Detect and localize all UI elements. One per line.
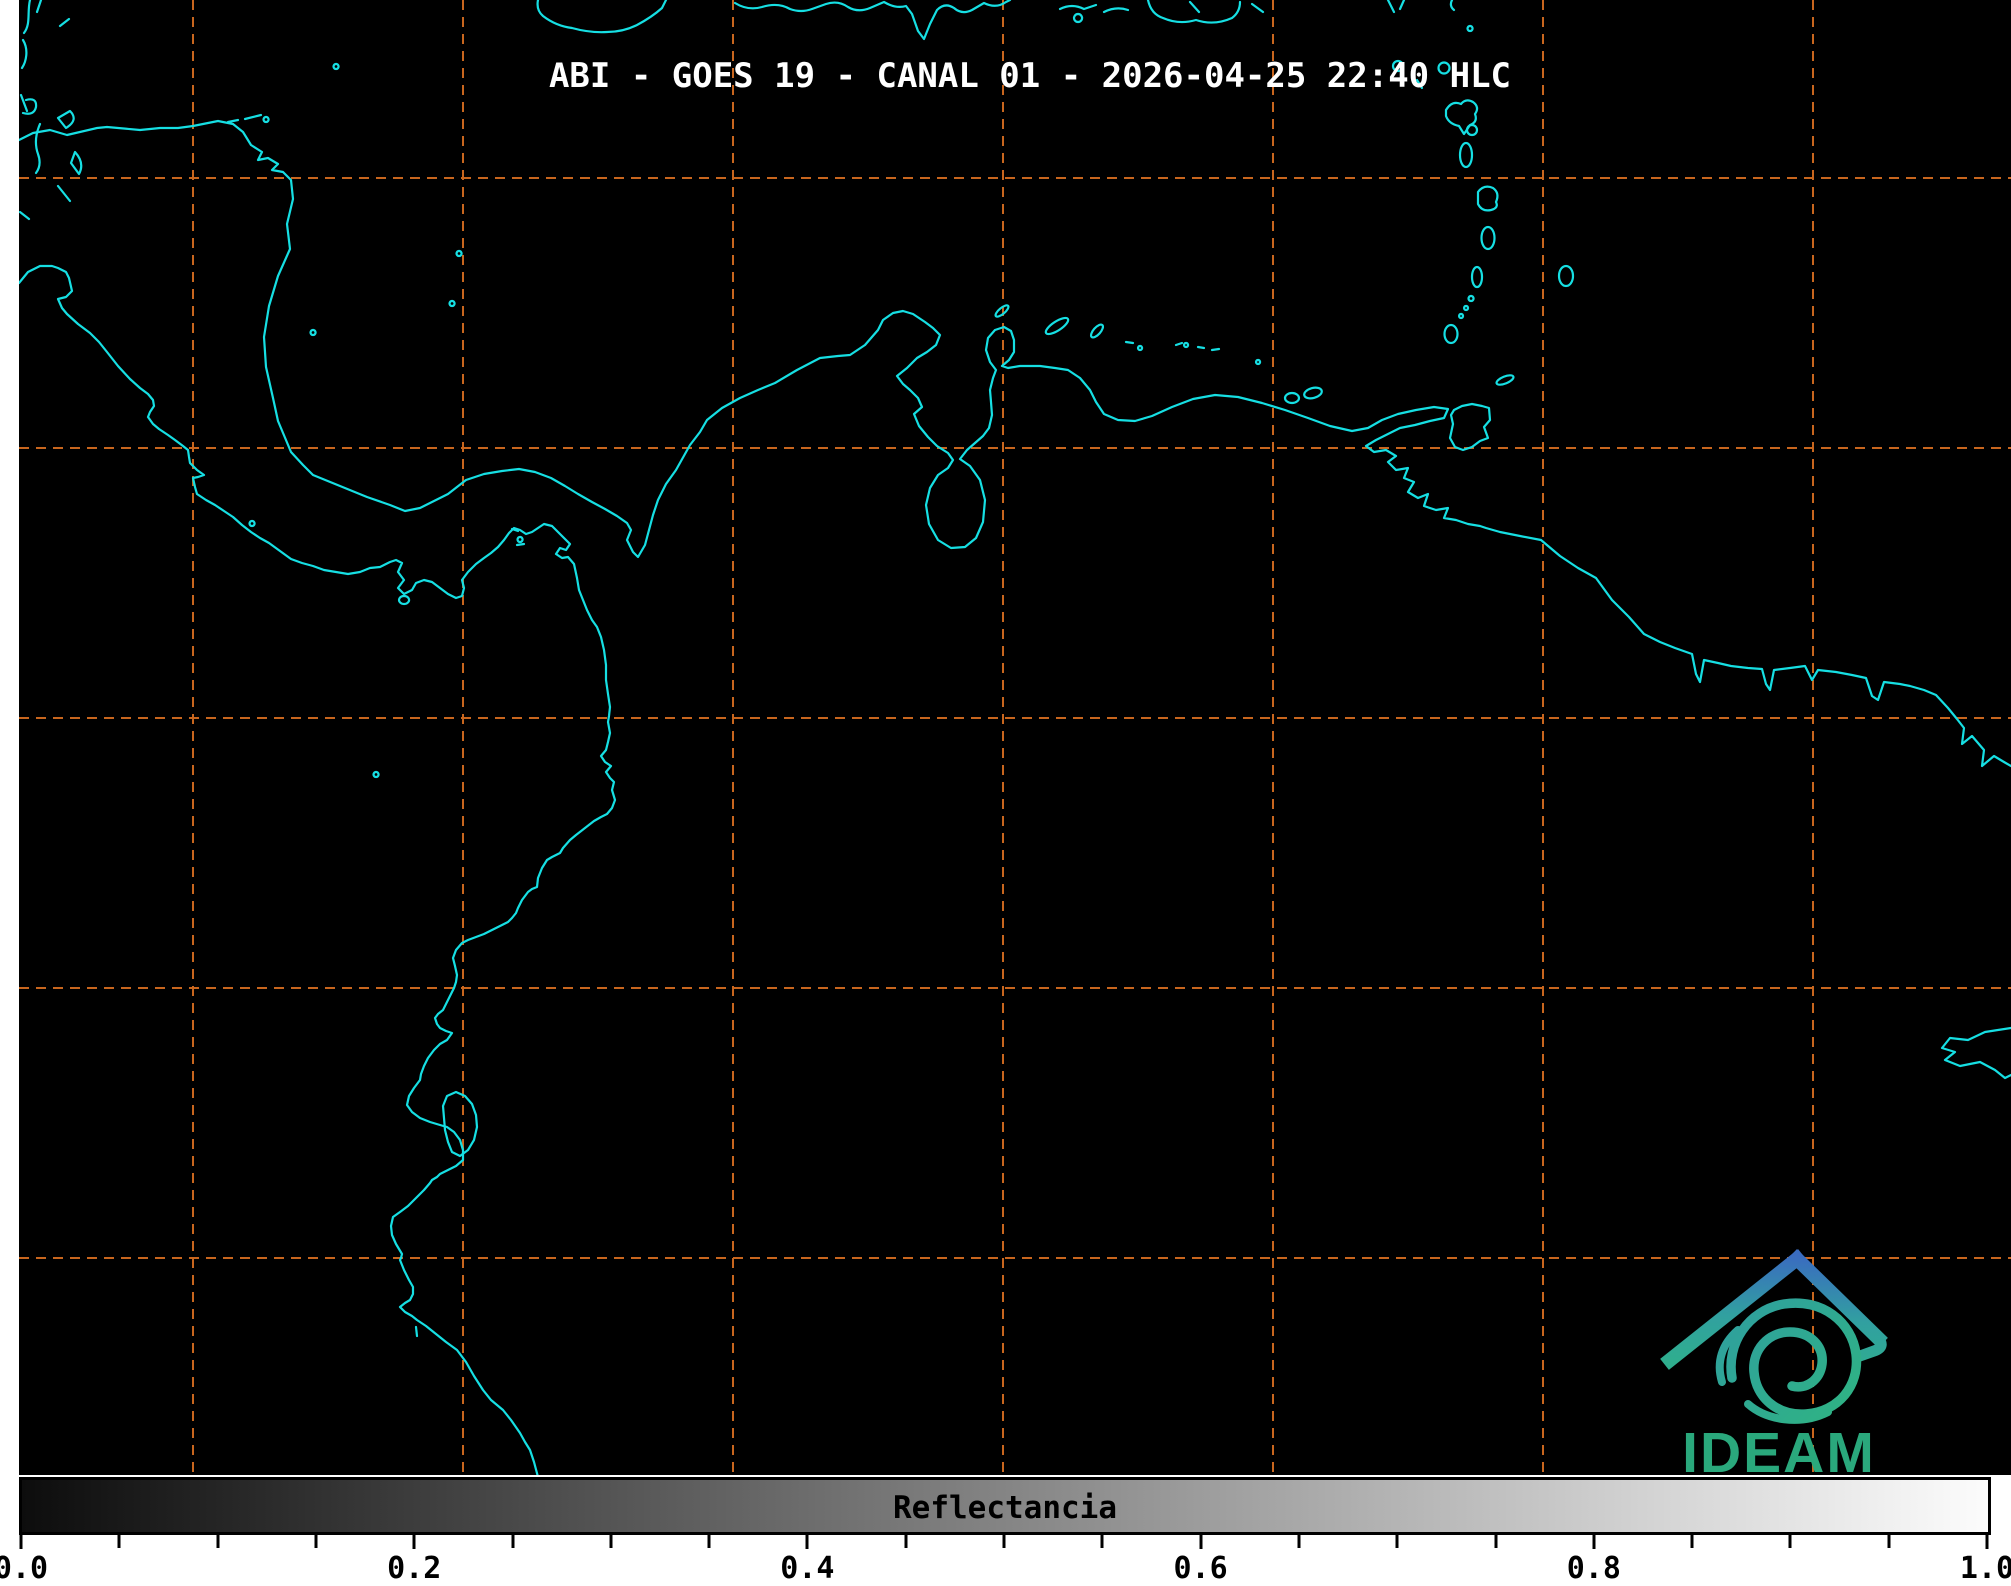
coastline-cuba-fragments [20,0,81,219]
coastline-abc-islands [994,304,1323,403]
coastline-hispaniola [735,0,1010,39]
coastline-malpelo [374,772,379,777]
coastline-caribbean-mainland [19,121,2011,766]
colorbar-tick [904,1535,907,1548]
graticule-gridlines [19,0,2011,1475]
colorbar-tick [216,1535,219,1548]
satellite-product-page: { "title": { "text": "ABI - GOES 19 - CA… [0,0,2011,1577]
colorbar-tick [413,1535,416,1549]
colorbar-axis: 0.00.20.40.60.81.0 [21,1535,1987,1577]
coastline-layer [19,0,2011,1475]
ideam-logo: IDEAM [1670,1259,1881,1475]
colorbar-tick-label: 0.0 [0,1551,48,1586]
colorbar-tick [1003,1535,1006,1548]
colorbar-tick-label: 1.0 [1960,1551,2011,1586]
coastline-small-caribbean-islands [250,251,462,526]
colorbar-tick [118,1535,121,1548]
reflectance-colorbar: Reflectancia [19,1477,1991,1535]
colorbar-tick [609,1535,612,1548]
colorbar-tick [708,1535,711,1548]
colorbar-tick [1199,1535,1202,1549]
coastline-pr-fragments [1060,0,1263,23]
colorbar-tick [1101,1535,1104,1548]
coastline-trinidad [1450,404,1490,450]
colorbar-tick [1691,1535,1694,1548]
colorbar-tick [1789,1535,1792,1548]
ideam-logo-text: IDEAM [1682,1421,1876,1475]
product-title: ABI - GOES 19 - CANAL 01 - 2026-04-25 22… [49,56,2011,96]
coastline-panama-islands [399,529,524,604]
colorbar-tick-label: 0.8 [1567,1551,1621,1586]
colorbar-label: Reflectancia [22,1490,1988,1526]
coastline-amazon-fragment [1942,1028,2011,1078]
colorbar-tick [1396,1535,1399,1548]
colorbar-tick [806,1535,809,1549]
colorbar-tick [1494,1535,1497,1548]
colorbar-tick [314,1535,317,1548]
satellite-map: IDEAM ABI - GOES 19 - CANAL 01 - 2026-04… [19,0,2011,1475]
map-canvas: IDEAM [19,0,2011,1475]
colorbar-tick [1986,1535,1989,1549]
coastline-isla-puna [416,1092,477,1336]
colorbar-tick [1297,1535,1300,1548]
colorbar-tick-label: 0.4 [780,1551,834,1586]
coastline-jamaica [538,0,666,32]
colorbar-tick [511,1535,514,1548]
colorbar-tick-label: 0.6 [1174,1551,1228,1586]
colorbar-tick-label: 0.2 [387,1551,441,1586]
ideam-roof-tail [1860,1338,1881,1356]
hurricane-spiral-icon [1720,1303,1857,1420]
colorbar-tick [1592,1535,1595,1549]
colorbar-tick [1887,1535,1890,1548]
colorbar-tick [20,1535,23,1549]
